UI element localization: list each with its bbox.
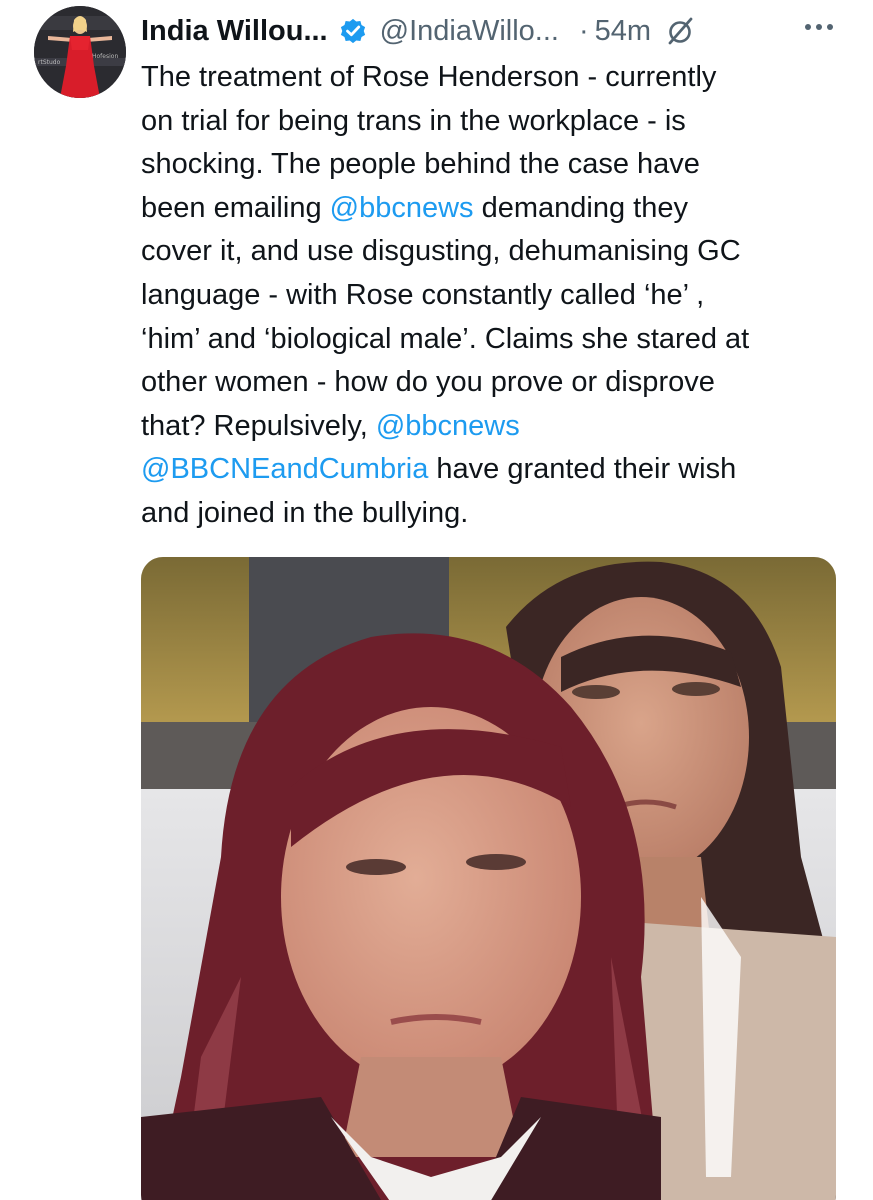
text-fragment: have granted their wish [428,453,737,486]
more-options-icon[interactable] [800,8,840,48]
tweet-photo[interactable] [141,557,836,1200]
mention-link-bbcnews[interactable]: @bbcnews [376,410,520,442]
text-line: @BBCNEandCumbria have granted their wish [141,448,841,492]
text-line: on trial for being trans in the workplac… [141,104,686,137]
mention-link-bbcnews[interactable]: @bbcnews [330,192,474,224]
text-fragment: been emailing [141,191,330,224]
tweet-text: The treatment of Rose Henderson - curren… [141,56,841,536]
author-handle[interactable]: @IndiaWillo... [380,15,559,48]
text-line: language - with Rose constantly called ‘… [141,278,705,311]
mention-link-bbcneandcumbria[interactable]: @BBCNEandCumbria [141,453,428,485]
text-fragment: that? Repulsively, [141,409,376,442]
svg-text:Hofesion: Hofesion [92,53,118,60]
text-line: been emailing @bbcnews demanding they [141,187,841,231]
verified-badge-icon [338,16,368,46]
text-line: that? Repulsively, @bbcnews [141,405,841,449]
text-line: The treatment of Rose Henderson - curren… [141,61,717,93]
author-display-name[interactable]: India Willou... [141,15,328,48]
photo-two-women-icon [141,557,836,1200]
text-fragment: demanding they [473,191,688,224]
tweet-timestamp[interactable]: 54m [595,15,651,48]
text-line: ‘him’ and ‘biological male’. Claims she … [141,322,750,355]
text-line: and joined in the bullying. [141,496,469,529]
tweet[interactable]: rtStudo Hofesion India Willou... @IndiaW… [0,0,873,1200]
svg-text:rtStudo: rtStudo [38,59,61,66]
text-line: shocking. The people behind the case hav… [141,148,700,181]
separator-dot: · [578,14,589,47]
grok-icon[interactable] [665,16,695,46]
text-line: cover it, and use disgusting, dehumanisi… [141,235,741,268]
text-line: other women - how do you prove or dispro… [141,366,715,399]
author-avatar[interactable]: rtStudo Hofesion [34,6,126,98]
avatar-image: rtStudo Hofesion [34,6,126,98]
tweet-header: India Willou... @IndiaWillo... · 54m [141,8,841,54]
